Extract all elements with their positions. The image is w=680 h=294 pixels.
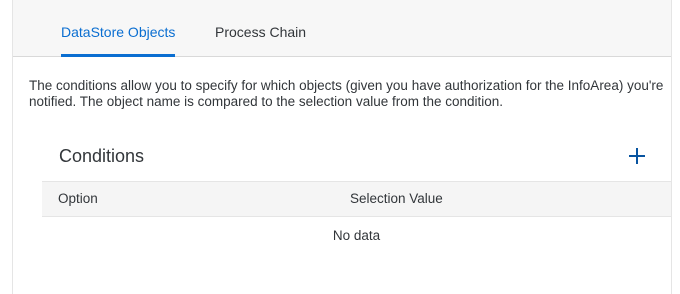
tab-process-chain[interactable]: Process Chain: [215, 0, 306, 56]
column-header-option: Option: [58, 191, 98, 206]
no-data-text: No data: [332, 228, 381, 243]
conditions-title: Conditions: [59, 146, 145, 166]
column-header-selection-value: Selection Value: [350, 191, 443, 206]
tab-bar: DataStore Objects Process Chain: [13, 0, 671, 57]
conditions-table-header: Option Selection Value: [42, 181, 671, 217]
conditions-description: The conditions allow you to specify for …: [29, 78, 664, 109]
tab-datastore-objects[interactable]: DataStore Objects: [61, 0, 176, 57]
plus-icon: [629, 148, 645, 164]
add-condition-button[interactable]: [625, 144, 649, 168]
notification-settings-panel: DataStore Objects Process Chain The cond…: [12, 0, 672, 294]
